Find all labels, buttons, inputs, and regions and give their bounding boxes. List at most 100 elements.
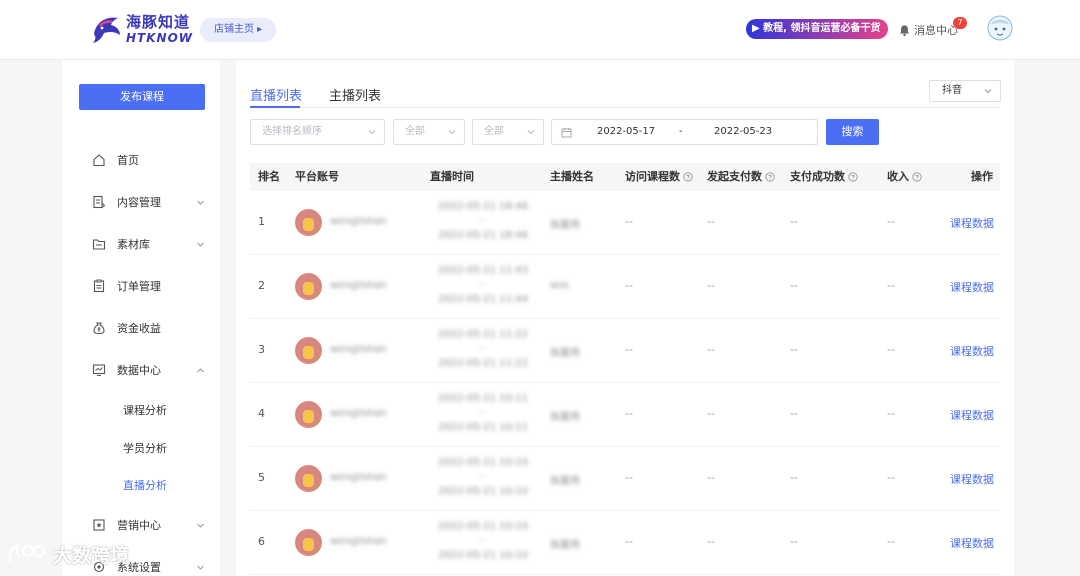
course-data-link[interactable]: 课程数据 [950,279,994,295]
sidebar-subitem-live-analysis[interactable]: 直播分析 [123,477,167,493]
sidebar-subitem-course-analysis[interactable]: 课程分析 [123,402,167,418]
course-visits-cell: -- [625,471,633,484]
column-header-label: 访问课程数 [625,170,680,183]
search-button[interactable]: 搜索 [826,119,879,145]
help-icon[interactable] [912,172,922,182]
payments-initiated-cell: -- [707,471,715,484]
column-header-account: 平台账号 [295,170,339,183]
live-start-time-cell: 2022-05-21 18:46 [438,201,529,212]
dolphin-logo-icon [93,17,120,43]
chevron-down-icon [448,130,456,135]
payments-successful-cell: -- [790,215,798,228]
account-avatar [295,209,322,236]
filter-select-3-value: 全部 [484,126,504,137]
income-cell: -- [887,343,895,356]
sidebar-item-funds[interactable]: 资金收益 [62,313,220,343]
income-cell: -- [887,471,895,484]
sidebar-item-content[interactable]: 内容管理 [62,187,220,217]
course-data-link[interactable]: 课程数据 [950,471,994,487]
logo[interactable]: 海豚知道 HTKNOW [90,12,193,46]
rank-order-select[interactable]: 选择排名顺序 [250,119,385,145]
date-start[interactable]: 2022-05-17 [597,126,655,137]
live-end-time-cell: 2022-05-21 11:44 [438,294,529,305]
rank-cell: 5 [258,471,265,484]
live-time-separator: - [480,407,484,418]
payments-initiated-cell: -- [707,407,715,420]
income-cell: -- [887,407,895,420]
account-avatar [295,273,322,300]
payments-initiated-cell: -- [707,279,715,292]
sidebar-item-label: 素材库 [117,238,150,251]
rank-cell: 3 [258,343,265,356]
tab-anchor-list[interactable]: 主播列表 [329,85,381,104]
sidebar-item-home[interactable]: 首页 [62,145,220,175]
column-header-actions: 操作 [971,170,993,183]
help-icon[interactable] [683,172,693,182]
income-cell: -- [887,535,895,548]
anchor-name-cell: 张嘉伟 [550,220,580,231]
watermark: 大数跨境 [6,540,129,568]
sidebar-item-orders[interactable]: 订单管理 [62,271,220,301]
sidebar-subitem-student-analysis[interactable]: 学员分析 [123,440,167,456]
anchor-name-cell: 张嘉伟 [550,348,580,359]
sidebar-item-label: 内容管理 [117,196,161,209]
rank-cell: 2 [258,279,265,292]
sidebar-item-marketing[interactable]: 营销中心 [62,510,220,540]
chevron-down-icon [197,242,204,247]
live-start-time-cell: 2022-05-21 10:10 [438,521,529,532]
chevron-down-icon [368,130,376,135]
live-time-separator: - [480,471,484,482]
chevron-down-icon [527,130,535,135]
tab-live-list[interactable]: 直播列表 [250,85,302,104]
sidebar-item-data-center[interactable]: 数据中心 [62,355,220,385]
marketing-icon [93,519,105,531]
tab-bar: 直播列表 主播列表 [250,84,1000,108]
top-header: 海豚知道 HTKNOW 店铺主页 ▸ ▶ 教程, 领抖音运营必备干货 消息中心 … [0,0,1080,60]
promo-banner[interactable]: ▶ 教程, 领抖音运营必备干货 [746,19,889,39]
date-end[interactable]: 2022-05-23 [714,126,772,137]
table-row: 1 wenglishan 2022-05-21 18:46 - 2022-05-21 1… [250,191,1000,255]
course-data-link[interactable]: 课程数据 [950,407,994,423]
column-header-payments-initiated: 发起支付数 [707,163,775,191]
account-name-cell: wenglishan [330,216,387,227]
account-name-cell: wenglishan [330,536,387,547]
live-start-time-cell: 2022-05-21 10:10 [438,457,529,468]
table-row: 6 wenglishan 2022-05-21 10:10 - 2022-05-21 1… [250,511,1000,575]
filter-select-2[interactable]: 全部 [393,119,465,145]
content-icon [93,195,106,209]
live-end-time-cell: 2022-05-21 10:10 [438,486,529,497]
live-time-separator: - [480,279,484,290]
message-center[interactable]: 消息中心 7 [898,17,967,38]
logo-chinese-text: 海豚知道 [126,12,191,31]
anchor-name-cell: 张嘉伟 [550,540,580,551]
anchor-name-cell: wss [550,280,569,291]
payments-successful-cell: -- [790,535,798,548]
store-home-button[interactable]: 店铺主页 ▸ [200,18,277,42]
income-cell: -- [887,215,895,228]
watermark-logo-icon [8,544,46,563]
column-header-rank: 排名 [258,170,280,183]
publish-course-button[interactable]: 发布课程 [79,84,205,110]
course-visits-cell: -- [625,215,633,228]
platform-select[interactable]: 抖音 [929,80,1001,102]
rank-cell: 4 [258,407,265,420]
course-data-link[interactable]: 课程数据 [950,535,994,551]
payments-successful-cell: -- [790,407,798,420]
sidebar-item-materials[interactable]: 素材库 [62,229,220,259]
calendar-icon [561,128,572,138]
help-icon[interactable] [848,172,858,182]
message-count-badge: 7 [953,17,967,29]
logo-english-text: HTKNOW [126,30,194,45]
data-center-icon [92,364,106,376]
user-avatar[interactable] [986,14,1014,44]
course-data-link[interactable]: 课程数据 [950,343,994,359]
help-icon[interactable] [765,172,775,182]
sidebar: 发布课程 首页 内容管理 素材库 订单管理 资金收益 数据中心 课程分析 学员分… [62,60,220,576]
course-data-link[interactable]: 课程数据 [950,215,994,231]
course-visits-cell: -- [625,407,633,420]
sidebar-item-label: 营销中心 [117,519,161,532]
filter-select-3[interactable]: 全部 [472,119,544,145]
date-range-picker[interactable]: 2022-05-17 - 2022-05-23 [551,119,818,145]
rank-order-placeholder: 选择排名顺序 [262,126,322,137]
active-tab-indicator [250,106,300,108]
